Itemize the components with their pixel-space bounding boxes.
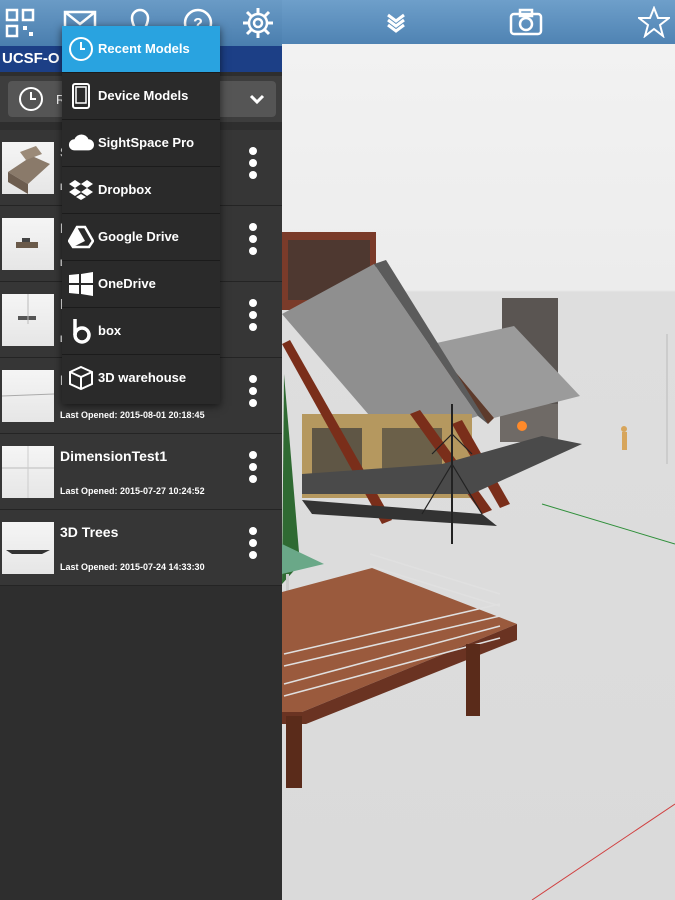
dropdown-item-label: SightSpace Pro bbox=[98, 135, 195, 150]
model-name: DimensionTest1 bbox=[60, 448, 168, 464]
model-last-opened: Last Opened: 2015-07-27 10:24:52 bbox=[60, 486, 205, 496]
clock-icon bbox=[68, 35, 94, 63]
dropdown-item-label: OneDrive bbox=[98, 276, 156, 291]
google-drive-icon bbox=[68, 223, 94, 251]
camera-icon[interactable] bbox=[508, 4, 544, 40]
more-options-icon[interactable] bbox=[245, 375, 261, 415]
model-source-dropdown: Recent Models Device Models SightSpace P… bbox=[62, 26, 220, 404]
model-thumbnail bbox=[2, 446, 54, 498]
dropdown-item-label: Dropbox bbox=[98, 182, 152, 197]
model-row[interactable]: DimensionTest1 Last Opened: 2015-07-27 1… bbox=[0, 434, 282, 510]
dropdown-item-google-drive[interactable]: Google Drive bbox=[62, 214, 220, 261]
model-last-opened: Last Opened: 2015-08-01 20:18:45 bbox=[60, 410, 205, 420]
layers-icon[interactable] bbox=[378, 4, 414, 40]
model-name: 3D Trees bbox=[60, 524, 119, 540]
more-options-icon[interactable] bbox=[245, 527, 261, 567]
model-last-opened: Last Opened: 2015-07-24 14:33:30 bbox=[60, 562, 205, 572]
dropdown-item-recent-models[interactable]: Recent Models bbox=[62, 26, 220, 73]
more-options-icon[interactable] bbox=[245, 451, 261, 491]
dropdown-item-dropbox[interactable]: Dropbox bbox=[62, 167, 220, 214]
cloud-icon bbox=[68, 129, 94, 157]
model-thumbnail bbox=[2, 294, 54, 346]
more-options-icon[interactable] bbox=[245, 223, 261, 263]
cube-icon bbox=[68, 364, 94, 392]
3d-model-scene[interactable] bbox=[282, 44, 675, 900]
more-options-icon[interactable] bbox=[245, 299, 261, 339]
dropbox-icon bbox=[68, 176, 94, 204]
model-thumbnail bbox=[2, 142, 54, 194]
box-logo-icon bbox=[68, 317, 94, 345]
star-icon[interactable] bbox=[636, 4, 672, 40]
tablet-icon bbox=[68, 82, 94, 110]
model-thumbnail bbox=[2, 522, 54, 574]
dropdown-item-onedrive[interactable]: OneDrive bbox=[62, 261, 220, 308]
model-browser-panel: ? UCSF-O Re S L I L bbox=[0, 0, 282, 900]
gear-icon[interactable] bbox=[240, 5, 276, 41]
dropdown-item-box[interactable]: box bbox=[62, 308, 220, 355]
more-options-icon[interactable] bbox=[245, 147, 261, 187]
clock-icon bbox=[19, 87, 43, 111]
dropdown-item-label: box bbox=[98, 323, 122, 338]
qr-code-icon[interactable] bbox=[2, 5, 38, 41]
model-row[interactable]: 3D Trees Last Opened: 2015-07-24 14:33:3… bbox=[0, 510, 282, 586]
model-thumbnail bbox=[2, 218, 54, 270]
dropdown-item-label: Google Drive bbox=[98, 229, 179, 244]
windows-icon bbox=[68, 270, 94, 298]
chevron-down-icon[interactable] bbox=[248, 90, 266, 108]
dropdown-item-device-models[interactable]: Device Models bbox=[62, 73, 220, 120]
dropdown-item-3d-warehouse[interactable]: 3D warehouse bbox=[62, 355, 220, 401]
dropdown-item-label: 3D warehouse bbox=[98, 370, 187, 385]
dropdown-item-label: Device Models bbox=[98, 88, 189, 103]
dropdown-item-sightspace-pro[interactable]: SightSpace Pro bbox=[62, 120, 220, 167]
dropdown-item-label: Recent Models bbox=[98, 41, 190, 56]
model-thumbnail bbox=[2, 370, 54, 422]
